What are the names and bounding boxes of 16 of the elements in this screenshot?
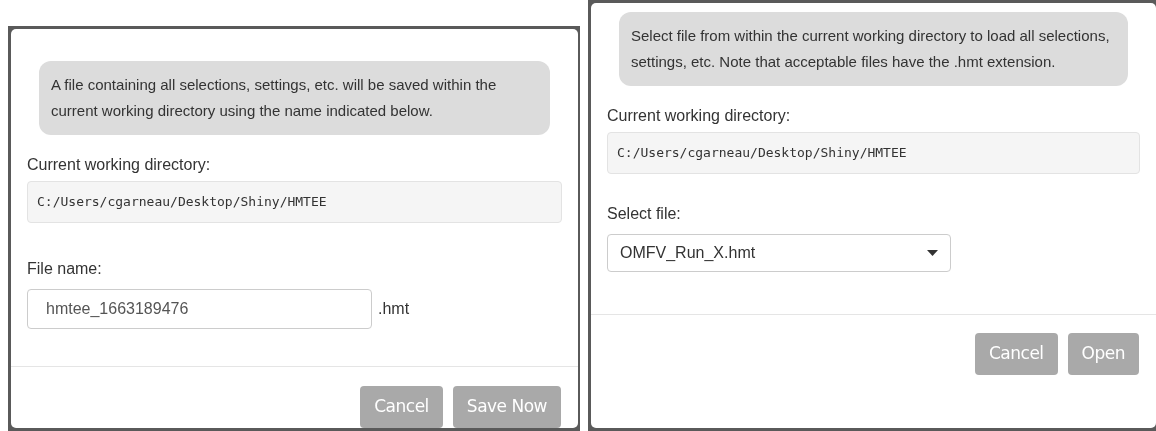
extension-label: .hmt	[378, 299, 410, 319]
confirm-button[interactable]: Open	[1067, 333, 1139, 375]
cancel-button[interactable]: Cancel	[360, 386, 443, 428]
confirm-button[interactable]: Save Now	[452, 386, 561, 428]
file-name-field[interactable]: hmtee_1663189476	[27, 289, 372, 329]
field-label: File name:	[27, 259, 103, 279]
field-label: Current working directory:	[607, 106, 792, 126]
cancel-button[interactable]: Cancel	[975, 333, 1058, 375]
directory-path: C:/Users/cgarneau/Desktop/Shiny/HMTEE	[607, 132, 1140, 174]
field-label: Current working directory:	[27, 155, 212, 175]
file-select[interactable]: OMFV_Run_X.hmt	[607, 234, 951, 272]
field-label: Select file:	[607, 204, 682, 224]
info-text: A file containing all selections, settings, etc. will be saved within the current working directory using the name indicated below.	[39, 61, 550, 135]
info-text: Select file from within the current working directory to load all selections, settings, etc. Note that acceptable files have the .hmt extension.	[619, 12, 1128, 86]
caret-icon	[927, 250, 938, 256]
directory-path: C:/Users/cgarneau/Desktop/Shiny/HMTEE	[27, 181, 562, 223]
